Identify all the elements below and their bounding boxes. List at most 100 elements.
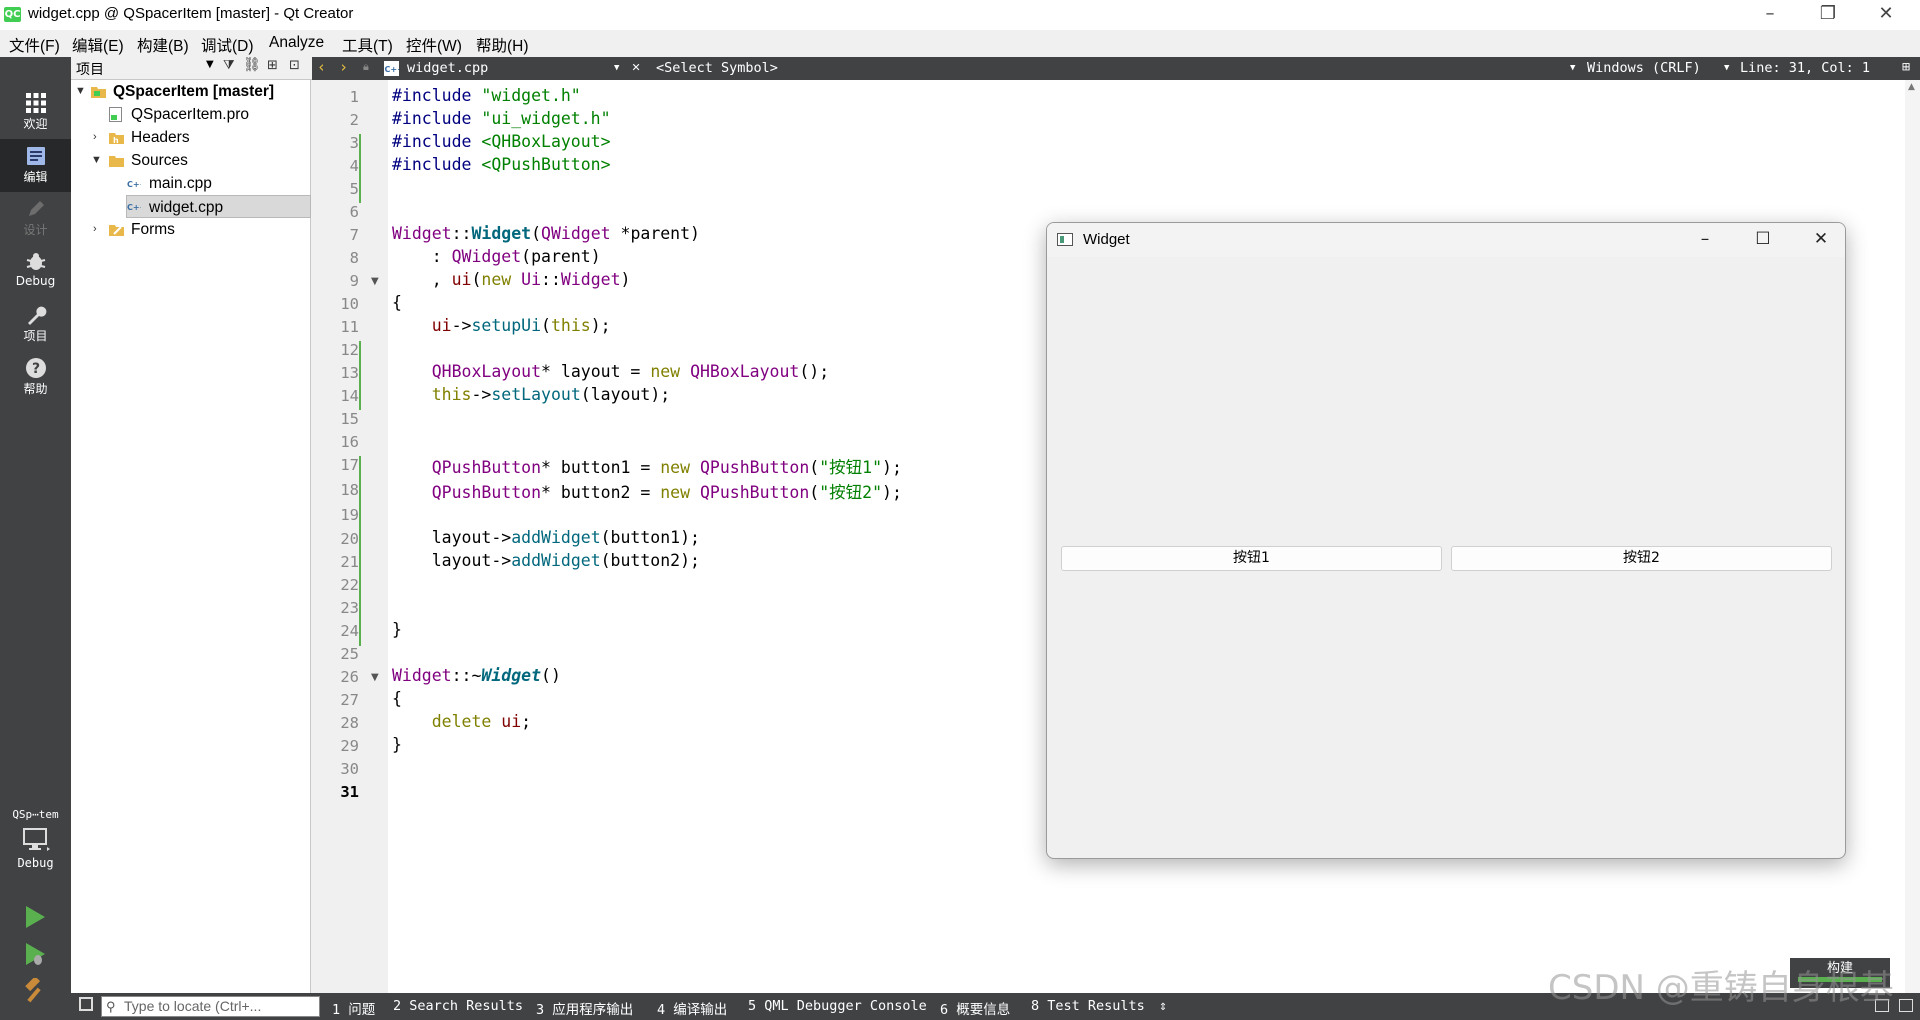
symbol-selector[interactable]: <Select Symbol>	[656, 60, 778, 76]
locator-input[interactable]: ⚲ Type to locate (Ctrl+...	[101, 996, 320, 1017]
line-number: 25	[340, 645, 359, 663]
output-tab-search-results[interactable]: 2 Search Results	[393, 998, 523, 1014]
line-number: 17	[340, 456, 359, 474]
code-line: Widget::Widget(QWidget *parent)	[392, 224, 700, 243]
menu-build[interactable]: 构建(B)	[137, 34, 189, 56]
cursor-position[interactable]: Line: 31, Col: 1	[1740, 60, 1870, 76]
code-line: QPushButton* button1 = new QPushButton("…	[431, 458, 902, 477]
code-line: ui->setupUi(this);	[431, 316, 611, 335]
symbol-dropdown-chevron-icon[interactable]: ▼	[1570, 63, 1575, 73]
menu-analyze[interactable]: Analyze	[269, 34, 324, 52]
svg-text:?: ?	[31, 361, 39, 377]
project-panel-title[interactable]: 项目	[76, 59, 104, 79]
mode-help[interactable]: ? 帮助	[0, 351, 71, 404]
menu-debug[interactable]: 调试(D)	[201, 34, 254, 56]
build-hammer-icon[interactable]	[22, 978, 48, 1004]
back-arrow-icon[interactable]: ‹	[317, 58, 326, 76]
code-line: Widget::~Widget()	[392, 666, 561, 685]
output-tab-general-messages[interactable]: 6 概要信息	[940, 998, 1010, 1018]
document-dropdown-chevron-icon[interactable]: ▼	[614, 63, 619, 73]
mode-bar: 欢迎 编辑 设计 Debug 项目 ? 帮助 QSp⋯tem Debug	[0, 57, 71, 1020]
fold-marker-icon[interactable]: ▼	[371, 672, 379, 683]
output-tab-compile-output[interactable]: 4 编译输出	[657, 998, 727, 1018]
line-number: 24	[340, 622, 359, 640]
line-number: 23	[340, 599, 359, 617]
forward-arrow-icon[interactable]: ›	[339, 58, 348, 76]
menu-help[interactable]: 帮助(H)	[476, 34, 529, 56]
more-tabs-chevron-icon[interactable]: ⇕	[1159, 998, 1167, 1014]
tree-root-project[interactable]: ▼ QSpacerItem [master]	[71, 80, 311, 103]
output-tab-application-output[interactable]: 3 应用程序输出	[536, 998, 633, 1018]
tree-item-pro-file[interactable]: QSpacerItem.pro	[71, 103, 311, 126]
menu-tools[interactable]: 工具(T)	[342, 34, 393, 56]
widget-minimize-icon[interactable]: –	[1676, 223, 1734, 257]
close-icon[interactable]: ✕	[1857, 0, 1915, 30]
menu-file[interactable]: 文件(F)	[9, 34, 60, 56]
widget-close-icon[interactable]: ✕	[1792, 223, 1845, 257]
collapse-chevron-icon[interactable]: ›	[93, 126, 97, 149]
vertical-scrollbar[interactable]: ▲	[1905, 80, 1920, 993]
kit-build-config: Debug	[17, 856, 54, 870]
mode-welcome[interactable]: 欢迎	[0, 86, 71, 139]
output-tab-test-results[interactable]: 8 Test Results	[1031, 998, 1145, 1014]
fold-marker-icon[interactable]: ▼	[371, 276, 379, 287]
widget-app-window[interactable]: Widget – ☐ ✕ 按钮1 按钮2	[1046, 222, 1846, 859]
project-tree: ▼ QSpacerItem [master] QSpacerItem.pro ›…	[71, 80, 311, 993]
widget-window-titlebar[interactable]: Widget – ☐ ✕	[1047, 223, 1845, 257]
output-tab-issues[interactable]: 1 问题	[332, 998, 375, 1018]
code-line: : QWidget(parent)	[392, 247, 601, 266]
split-editor-icon[interactable]: ⊞	[1902, 59, 1910, 75]
close-document-icon[interactable]: ✕	[632, 59, 640, 75]
mode-debug[interactable]: Debug	[0, 245, 71, 298]
svg-text:C++: C++	[127, 203, 141, 212]
tree-folder-sources[interactable]: ▼ Sources	[71, 149, 311, 172]
start-debugging-icon[interactable]	[22, 941, 48, 967]
editor-toolbar: ‹ › 🔒︎ C++ widget.cpp ▼ ✕ <Select Symbol…	[312, 57, 1920, 80]
code-line: #include "ui_widget.h"	[392, 109, 611, 128]
code-line: }	[392, 620, 402, 639]
restore-icon[interactable]: ❐	[1799, 0, 1857, 30]
line-number: 21	[340, 553, 359, 571]
line-number: 1	[349, 88, 359, 106]
close-panel-icon[interactable]: ⊡	[289, 58, 300, 73]
mode-debug-label: Debug	[15, 274, 56, 288]
code-line: }	[392, 735, 402, 754]
toggle-sidebar-icon[interactable]	[79, 997, 93, 1011]
tree-folder-headers[interactable]: › h Headers	[71, 126, 311, 149]
kit-selector[interactable]: QSp⋯tem Debug	[0, 808, 71, 878]
mode-projects-label: 项目	[23, 329, 48, 343]
split-icon[interactable]: ⊞	[267, 58, 278, 73]
view-select-chevron-icon[interactable]: ▼	[206, 59, 214, 70]
scroll-up-arrow-icon[interactable]: ▲	[1908, 82, 1915, 92]
tree-item-main-cpp[interactable]: C++ main.cpp	[71, 172, 311, 195]
line-endings-chevron-icon[interactable]: ▼	[1724, 63, 1729, 73]
widget-maximize-icon[interactable]: ☐	[1734, 223, 1792, 257]
output-tab-qml-debugger-console[interactable]: 5 QML Debugger Console	[748, 998, 927, 1014]
push-button-1[interactable]: 按钮1	[1061, 546, 1442, 571]
project-panel-toolbar: 项目 ▼ ⧩ ⛓ ⊞ ⊡	[71, 57, 312, 80]
menu-edit[interactable]: 编辑(E)	[72, 34, 124, 56]
filter-icon[interactable]: ⧩	[223, 58, 235, 73]
tree-folder-sources-label: Sources	[131, 152, 188, 169]
push-button-2[interactable]: 按钮2	[1451, 546, 1832, 571]
open-document-name[interactable]: widget.cpp	[407, 60, 488, 76]
tree-item-widget-cpp[interactable]: C++ widget.cpp	[126, 195, 311, 218]
mode-design[interactable]: 设计	[0, 192, 71, 245]
run-icon[interactable]	[22, 904, 48, 930]
collapse-chevron-icon[interactable]: ›	[93, 218, 97, 241]
wrench-icon	[27, 306, 46, 325]
expand-chevron-icon[interactable]: ▼	[91, 149, 102, 172]
menu-controls[interactable]: 控件(W)	[406, 34, 462, 56]
expand-chevron-icon[interactable]: ▼	[75, 80, 86, 103]
line-number: 6	[349, 203, 359, 221]
tree-folder-forms[interactable]: › Forms	[71, 218, 311, 241]
line-number: 3	[349, 134, 359, 152]
link-with-editor-icon[interactable]: ⛓	[243, 57, 261, 73]
minimize-icon[interactable]: –	[1741, 0, 1799, 30]
toggle-output-pane-icon[interactable]	[1899, 999, 1913, 1012]
code-line: layout->addWidget(button1);	[392, 528, 700, 547]
mode-projects[interactable]: 项目	[0, 298, 71, 351]
line-endings-selector[interactable]: Windows (CRLF)	[1587, 60, 1701, 76]
tree-folder-headers-label: Headers	[131, 129, 190, 146]
mode-edit[interactable]: 编辑	[0, 139, 71, 192]
